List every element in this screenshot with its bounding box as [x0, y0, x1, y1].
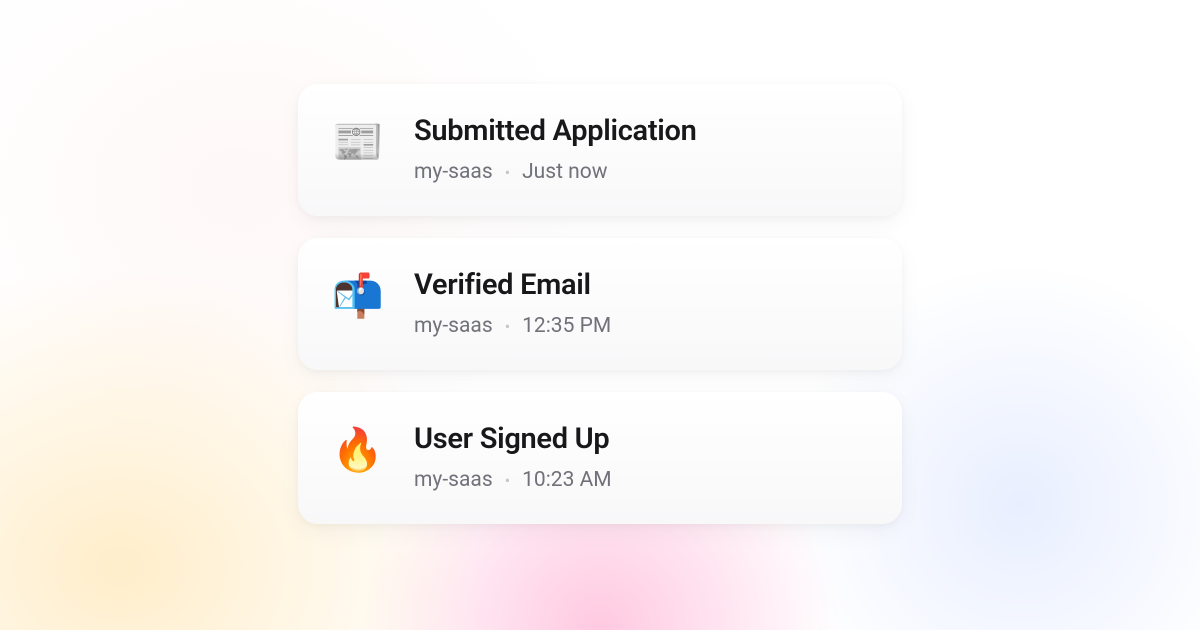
- notification-source: my-saas: [414, 468, 493, 492]
- card-body: Submitted Application my-saas • Just now: [414, 114, 866, 184]
- newspaper-icon: 📰: [334, 122, 382, 164]
- notification-feed: 📰 Submitted Application my-saas • Just n…: [298, 84, 902, 524]
- notification-title: User Signed Up: [414, 422, 866, 456]
- meta-separator: •: [505, 317, 510, 336]
- notification-time: 12:35 PM: [522, 314, 611, 338]
- notification-meta: my-saas • 10:23 AM: [414, 468, 866, 492]
- notification-meta: my-saas • Just now: [414, 160, 866, 184]
- notification-card[interactable]: 🔥 User Signed Up my-saas • 10:23 AM: [298, 392, 902, 524]
- notification-meta: my-saas • 12:35 PM: [414, 314, 866, 338]
- notification-title: Submitted Application: [414, 114, 866, 148]
- notification-time: Just now: [522, 160, 607, 184]
- mailbox-icon: 📬: [334, 276, 382, 318]
- notification-time: 10:23 AM: [522, 468, 612, 492]
- notification-source: my-saas: [414, 314, 493, 338]
- notification-title: Verified Email: [414, 268, 866, 302]
- meta-separator: •: [505, 471, 510, 490]
- meta-separator: •: [505, 163, 510, 182]
- notification-source: my-saas: [414, 160, 493, 184]
- notification-card[interactable]: 📬 Verified Email my-saas • 12:35 PM: [298, 238, 902, 370]
- card-body: Verified Email my-saas • 12:35 PM: [414, 268, 866, 338]
- card-body: User Signed Up my-saas • 10:23 AM: [414, 422, 866, 492]
- notification-card[interactable]: 📰 Submitted Application my-saas • Just n…: [298, 84, 902, 216]
- fire-icon: 🔥: [334, 430, 382, 472]
